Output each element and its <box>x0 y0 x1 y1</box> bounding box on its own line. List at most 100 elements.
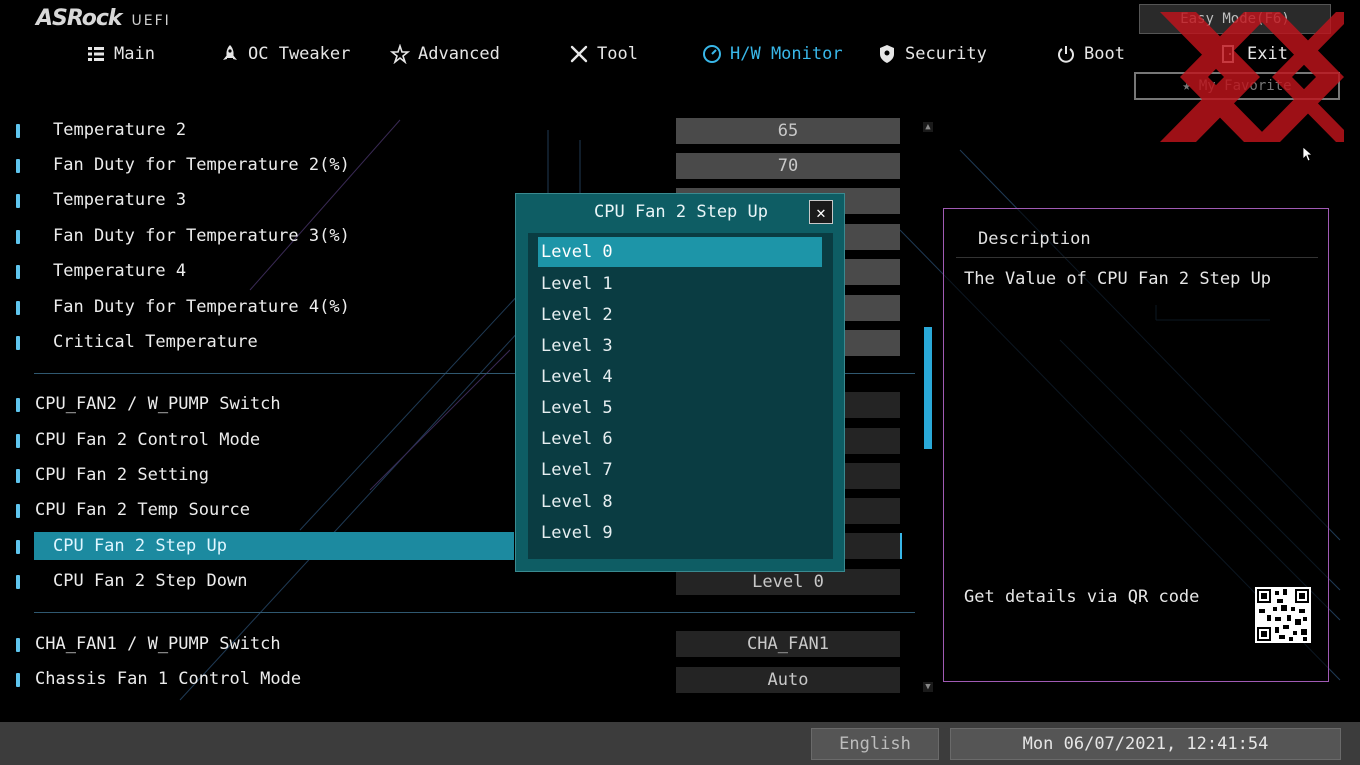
shield-icon <box>880 45 894 63</box>
setting-value[interactable]: Auto <box>676 667 900 693</box>
setting-label: Chassis Fan 1 Control Mode <box>35 669 302 689</box>
row-bullet-icon <box>16 398 20 412</box>
qr-code-text: Get details via QR code <box>964 587 1200 607</box>
option-item[interactable]: Level 5 <box>538 393 822 423</box>
row-bullet-icon <box>16 194 20 208</box>
setting-row[interactable]: Fan Duty for Temperature 4(%) <box>0 293 515 321</box>
row-bullet-icon <box>16 230 20 244</box>
setting-row[interactable]: Critical Temperature <box>0 328 515 356</box>
option-item[interactable]: Level 9 <box>538 518 822 548</box>
setting-row[interactable]: Temperature 4 <box>0 257 515 285</box>
setting-label: CPU Fan 2 Temp Source <box>35 500 250 520</box>
option-item[interactable]: Level 7 <box>538 455 822 485</box>
setting-label: Fan Duty for Temperature 2(%) <box>53 155 350 175</box>
uefi-label: UEFI <box>131 13 171 29</box>
description-title: Description <box>978 229 1091 249</box>
setting-label: Fan Duty for Temperature 4(%) <box>53 297 350 317</box>
row-bullet-icon <box>16 469 20 483</box>
row-bullet-icon <box>16 336 20 350</box>
tab-advanced[interactable]: Advanced <box>390 40 500 68</box>
setting-label: CPU Fan 2 Setting <box>35 465 209 485</box>
setting-label: CPU Fan 2 Control Mode <box>35 430 261 450</box>
tab-boot[interactable]: Boot <box>1056 40 1125 68</box>
tab-hw-monitor-label: H/W Monitor <box>730 44 843 64</box>
option-item[interactable]: Level 3 <box>538 331 822 361</box>
close-icon[interactable]: ✕ <box>809 200 833 224</box>
option-item[interactable]: Level 6 <box>538 424 822 454</box>
setting-value[interactable]: 65 <box>676 118 900 144</box>
star-swoosh-icon <box>390 44 410 64</box>
tab-boot-label: Boot <box>1084 44 1125 64</box>
option-item[interactable]: Level 2 <box>538 300 822 330</box>
description-divider <box>956 257 1318 258</box>
setting-value[interactable]: Level 0 <box>676 569 900 595</box>
setting-label: Fan Duty for Temperature 3(%) <box>53 226 350 246</box>
setting-label: CHA_FAN1 / W_PUMP Switch <box>35 634 281 654</box>
row-bullet-icon <box>16 575 20 589</box>
row-bullet-icon <box>16 540 20 554</box>
setting-label: Temperature 3 <box>53 190 187 210</box>
setting-row[interactable]: CPU Fan 2 Step Down <box>0 567 515 595</box>
tools-icon <box>570 45 588 63</box>
description-panel: Description The Value of CPU Fan 2 Step … <box>943 208 1329 682</box>
setting-label: CPU Fan 2 Step Up <box>53 536 227 556</box>
setting-label: CPU_FAN2 / W_PUMP Switch <box>35 394 281 414</box>
setting-row[interactable]: CPU_FAN2 / W_PUMP Switch <box>0 390 515 418</box>
setting-row[interactable]: Temperature 2 <box>0 116 515 144</box>
power-icon <box>1058 46 1074 63</box>
tab-oc-tweaker-label: OC Tweaker <box>248 44 351 64</box>
tab-advanced-label: Advanced <box>418 44 500 64</box>
rocket-icon <box>223 45 237 60</box>
setting-label: CPU Fan 2 Step Down <box>53 571 248 591</box>
brand-name: ASRock <box>36 6 123 31</box>
tab-security[interactable]: Security <box>877 40 987 68</box>
row-bullet-icon <box>16 124 20 138</box>
qr-code-icon <box>1255 587 1311 643</box>
tab-main-label: Main <box>114 44 155 64</box>
description-text: The Value of CPU Fan 2 Step Up <box>964 269 1272 289</box>
setting-row[interactable]: CPU Fan 2 Control Mode <box>0 426 515 454</box>
setting-row[interactable]: Temperature 3 <box>0 186 515 214</box>
setting-label: Temperature 2 <box>53 120 187 140</box>
scroll-up-icon[interactable]: ▲ <box>923 122 933 132</box>
tab-tool[interactable]: Tool <box>569 40 638 68</box>
option-item[interactable]: Level 1 <box>538 269 822 299</box>
setting-row-selected[interactable]: CPU Fan 2 Step Up <box>0 532 515 560</box>
setting-row[interactable]: CPU Fan 2 Temp Source <box>0 496 515 524</box>
setting-row[interactable]: Fan Duty for Temperature 2(%) <box>0 151 515 179</box>
row-bullet-icon <box>16 638 20 652</box>
setting-row[interactable]: Chassis Fan 1 Control Mode <box>0 665 515 693</box>
tab-hw-monitor[interactable]: H/W Monitor <box>702 40 843 68</box>
section-divider <box>34 612 915 613</box>
option-item[interactable]: Level 8 <box>538 487 822 517</box>
top-navigation: Main OC Tweaker Advanced Tool H/W Monito… <box>0 40 1360 68</box>
setting-row[interactable]: CHA_FAN1 / W_PUMP Switch <box>0 630 515 658</box>
row-bullet-icon <box>16 265 20 279</box>
setting-value[interactable]: CHA_FAN1 <box>676 631 900 657</box>
datetime-display[interactable]: Mon 06/07/2021, 12:41:54 <box>950 728 1341 760</box>
setting-value[interactable]: 70 <box>676 153 900 179</box>
tab-tool-label: Tool <box>597 44 638 64</box>
list-icon <box>88 47 104 61</box>
tab-security-label: Security <box>905 44 987 64</box>
language-button[interactable]: English <box>811 728 939 760</box>
setting-label: Critical Temperature <box>53 332 258 352</box>
tab-oc-tweaker[interactable]: OC Tweaker <box>220 40 350 68</box>
row-bullet-icon <box>16 434 20 448</box>
setting-row[interactable]: CPU Fan 2 Setting <box>0 461 515 489</box>
option-item[interactable]: Level 0 <box>538 237 822 267</box>
option-list: Level 0 Level 1 Level 2 Level 3 Level 4 … <box>528 233 833 559</box>
row-bullet-icon <box>16 673 20 687</box>
setting-row[interactable]: Fan Duty for Temperature 3(%) <box>0 222 515 250</box>
row-bullet-icon <box>16 301 20 315</box>
popup-title: CPU Fan 2 Step Up <box>594 202 768 222</box>
asrock-logo: ASRock UEFI <box>36 6 171 31</box>
scroll-down-icon[interactable]: ▼ <box>923 682 933 692</box>
watermark-xx-icon <box>1160 12 1344 142</box>
option-item[interactable]: Level 4 <box>538 362 822 392</box>
monitor-gauge-icon <box>703 45 721 63</box>
scrollbar-thumb[interactable] <box>924 327 932 449</box>
option-popup: CPU Fan 2 Step Up ✕ Level 0 Level 1 Leve… <box>515 193 845 572</box>
tab-main[interactable]: Main <box>86 40 155 68</box>
row-bullet-icon <box>16 159 20 173</box>
